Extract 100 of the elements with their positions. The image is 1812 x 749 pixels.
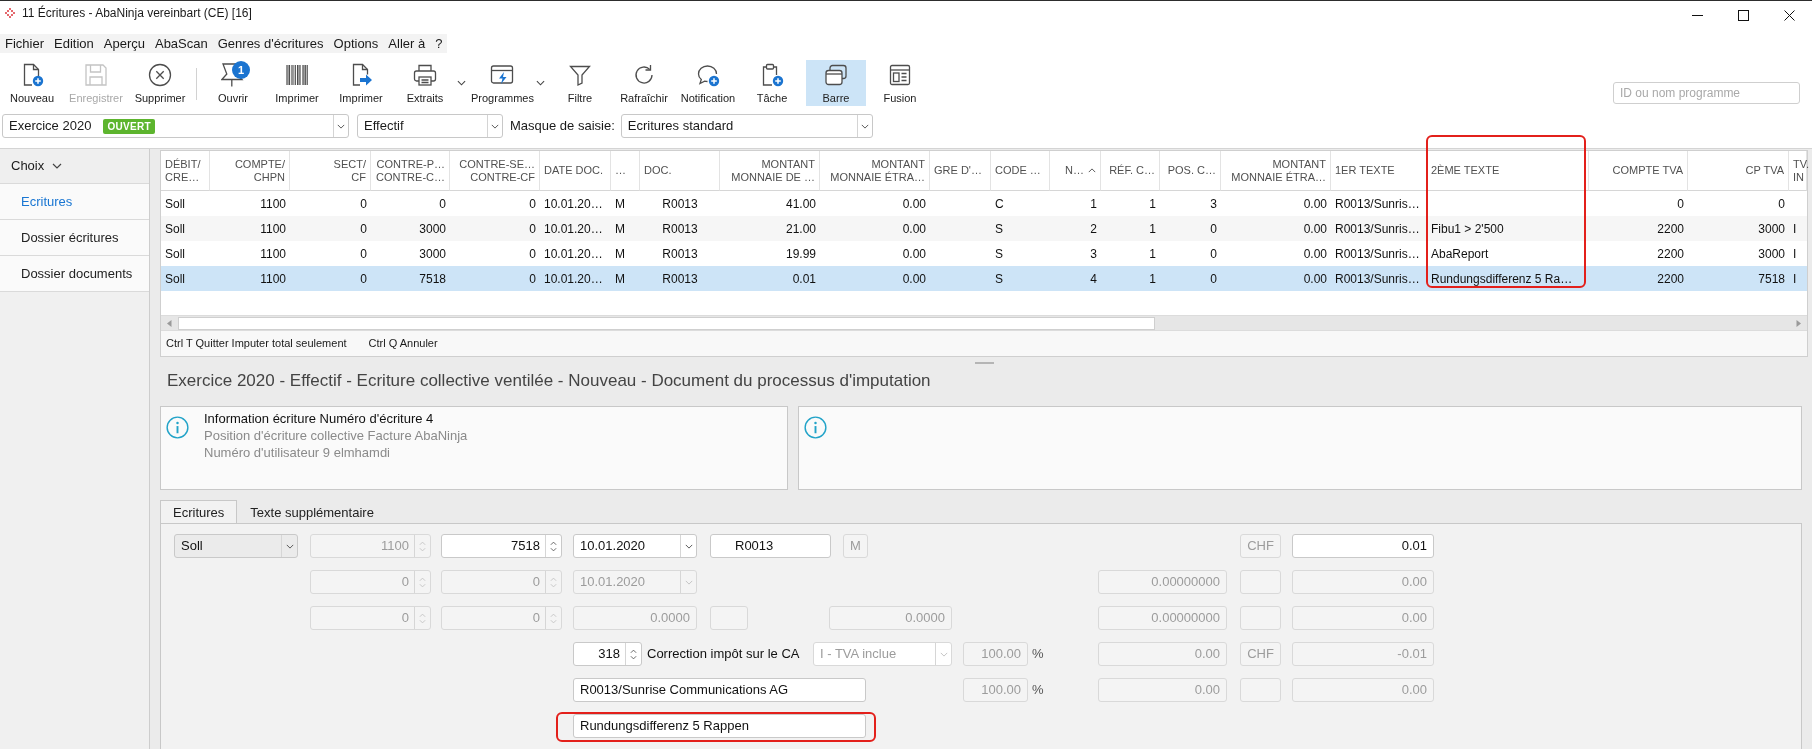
table-cell: 0.00 — [820, 216, 930, 241]
column-header[interactable]: CP TVA — [1688, 151, 1789, 191]
search-field[interactable]: ID ou nom programme — [1613, 82, 1800, 104]
toolbar-button[interactable]: Rafraîchir — [613, 60, 674, 106]
table-cell-text: 41.00 — [784, 195, 817, 213]
table-cell-text: 0 — [1676, 195, 1685, 213]
column-header[interactable]: DOC. — [640, 151, 720, 191]
scrollbar-thumb[interactable] — [178, 316, 1155, 330]
toolbar-button[interactable]: 1 Ouvrir — [203, 60, 263, 106]
date-field[interactable]: 10.01.2020 — [573, 534, 697, 558]
table-cell: 2200 — [1589, 216, 1688, 241]
column-header[interactable]: TV. IN — [1789, 151, 1807, 191]
period-dropdown[interactable]: Exercice 2020 OUVERT — [2, 114, 349, 138]
table-row[interactable]: Soll 1100 0 7518 0 10.01.20… M R0013 0.01 0.00 S 4 1 0 0.00 R0013/Sunris… Rundungsdifferenz 5 Ra… 2200 7518 I — [161, 266, 1807, 291]
menu-item[interactable]: Fichier — [0, 34, 49, 53]
sidebar-item[interactable]: Ecritures — [0, 184, 149, 220]
toolbar-button[interactable]: Barre — [805, 60, 866, 106]
table-cell: M — [611, 266, 640, 291]
sidebar-item[interactable]: Dossier écritures — [0, 220, 149, 256]
column-header[interactable]: 2ÈME TEXTE — [1427, 151, 1589, 191]
table-cell: R0013/Sunris… — [1331, 266, 1427, 291]
table-row[interactable]: Soll 1100 0 3000 0 10.01.20… M R0013 19.99 0.00 S 3 1 0 0.00 R0013/Sunris… AbaReport 2200 3000 I — [161, 241, 1807, 266]
menu-item[interactable]: Edition — [49, 34, 99, 53]
menu-item[interactable]: Genres d'écritures — [212, 34, 329, 53]
table-cell: Soll — [161, 216, 210, 241]
shortcut-hint: Ctrl T Quitter Imputer total seulement — [166, 336, 347, 352]
column-header[interactable]: CONTRE-P… CONTRE-C… — [371, 151, 450, 191]
column-header[interactable]: CONTRE-SE… CONTRE-CF — [450, 151, 540, 191]
table-row[interactable]: Soll 1100 0 3000 0 10.01.20… M R0013 21.00 0.00 S 2 1 0 0.00 R0013/Sunris… Fibu1 > 2'500 2200 3000 I — [161, 216, 1807, 241]
toolbar-button[interactable]: Imprimer — [267, 60, 327, 106]
toolbar-button[interactable]: Supprimer — [130, 60, 190, 106]
toolbar-button[interactable]: Imprimer — [331, 60, 391, 106]
menu-item[interactable]: Options — [328, 34, 384, 53]
unit-label: % — [1031, 645, 1045, 663]
mode-dropdown[interactable]: Effectif — [357, 114, 503, 138]
scroll-left-icon[interactable] — [165, 318, 174, 328]
caret-icon — [939, 651, 948, 657]
column-header[interactable]: RÉF. C… — [1101, 151, 1160, 191]
column-header[interactable]: MONTANT MONNAIE DE … — [720, 151, 820, 191]
number-field[interactable]: 0.01 — [1292, 534, 1434, 558]
table-cell: 10.01.20… — [540, 216, 611, 241]
table-cell-text: 3 — [1089, 245, 1098, 263]
dropdown-field[interactable]: Soll — [174, 534, 298, 558]
maximize-icon — [1737, 10, 1749, 21]
toolbar-button[interactable]: Tâche — [741, 60, 802, 106]
table-cell: 7518 — [1688, 266, 1789, 291]
column-header[interactable]: CODE … — [991, 151, 1050, 191]
table-cell: R0013 — [640, 216, 720, 241]
column-header[interactable]: 1ER TEXTE — [1331, 151, 1427, 191]
toolbar-button[interactable]: Programmes — [471, 60, 546, 106]
column-header[interactable]: MONTANT MONNAIE ÉTRA… — [820, 151, 930, 191]
column-header[interactable]: POS. C… — [1160, 151, 1221, 191]
tab[interactable]: Texte supplémentaire — [237, 500, 387, 523]
splitter-handle[interactable] — [974, 362, 994, 364]
text-field[interactable]: R0013/Sunrise Communications AG — [573, 678, 866, 702]
toolbar-button[interactable]: Extraits — [395, 60, 467, 106]
table-cell: 3000 — [371, 216, 450, 241]
toolbar-button[interactable]: Nouveau — [2, 60, 62, 106]
column-header[interactable]: GRE D'… — [930, 151, 991, 191]
mask-dropdown[interactable]: Ecritures standard — [620, 114, 873, 138]
column-header[interactable]: COMPTE TVA — [1589, 151, 1688, 191]
caret-icon — [860, 123, 869, 129]
table-cell-text: 1 — [1148, 195, 1157, 213]
pushpin-icon — [221, 63, 245, 87]
status-badge: OUVERT — [103, 118, 155, 134]
column-header[interactable]: MONTANT MONNAIE ÉTRA… — [1221, 151, 1331, 191]
close-icon — [1783, 10, 1795, 21]
column-header[interactable]: SECT/ CF — [290, 151, 371, 191]
table-cell-text: I — [1792, 245, 1798, 263]
table-cell: S — [991, 216, 1050, 241]
column-header[interactable]: COMPTE/ CHPN — [210, 151, 290, 191]
number-spinner[interactable]: 7518 — [441, 534, 562, 558]
table-row[interactable]: Soll 1100 0 0 0 10.01.20… M R0013 41.00 0.00 C 1 1 3 0.00 R0013/Sunris… 0 0 — [161, 191, 1807, 216]
horizontal-scrollbar[interactable] — [161, 315, 1807, 330]
filter-icon — [567, 63, 592, 87]
text-field[interactable]: Rundungsdifferenz 5 Rappen — [573, 714, 866, 738]
toolbar-button[interactable]: Notification — [677, 60, 738, 106]
table-cell-text: 1100 — [259, 245, 287, 263]
column-header[interactable]: DATE DOC. — [540, 151, 611, 191]
menu-item[interactable]: Aperçu — [98, 34, 150, 53]
sidebar-item[interactable]: Dossier documents — [0, 256, 149, 292]
caret-icon — [684, 543, 693, 549]
table-cell: M — [611, 216, 640, 241]
table-cell: 0 — [1160, 266, 1221, 291]
tab[interactable]: Ecritures — [160, 500, 238, 523]
menu-item[interactable]: Aller à — [383, 34, 431, 53]
menu-item[interactable]: ? — [430, 34, 448, 53]
table-cell: Soll — [161, 266, 210, 291]
text-field[interactable]: R0013 — [710, 534, 831, 558]
shortcut-hint: Ctrl Q Annuler — [368, 336, 438, 352]
table-cell-text: 1 — [1148, 245, 1157, 263]
column-header[interactable]: N… — [1050, 151, 1101, 191]
scroll-right-icon[interactable] — [1794, 318, 1803, 328]
toolbar-button[interactable]: Filtre — [549, 60, 610, 106]
stacked-windows-icon — [823, 63, 848, 87]
number-spinner[interactable]: 318 — [573, 642, 642, 666]
column-header[interactable]: DÉBIT/ CRE… — [161, 151, 210, 191]
toolbar-button[interactable]: Fusion — [869, 60, 930, 106]
menu-item[interactable]: AbaScan — [149, 34, 213, 53]
column-header[interactable]: … — [611, 151, 640, 191]
